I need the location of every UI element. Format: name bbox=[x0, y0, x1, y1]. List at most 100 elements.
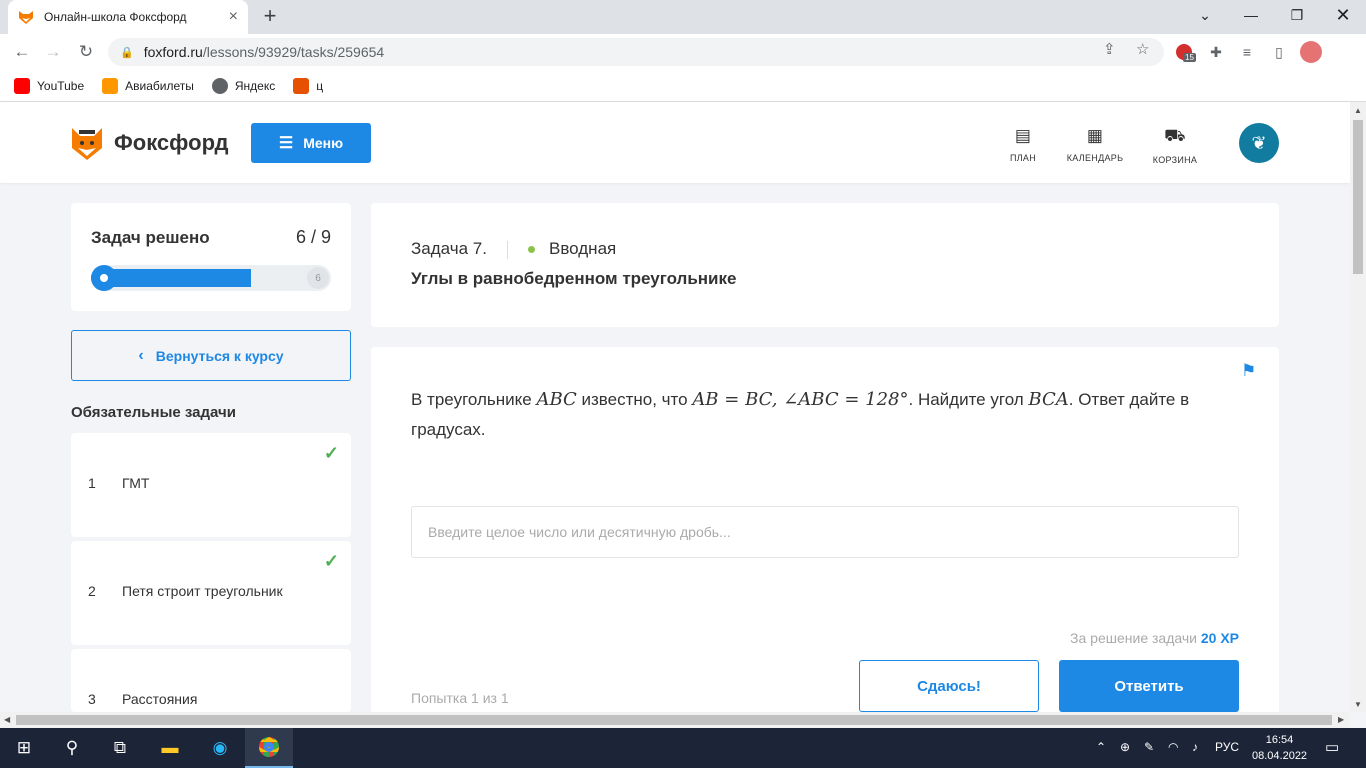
level-dot bbox=[528, 246, 535, 253]
site-header: Фоксфорд ☰ Меню ▤ ПЛАН ▦ КАЛЕНДАРЬ ⛟ КОР… bbox=[0, 102, 1350, 183]
task-body-card: ⚑ В треугольнике ABC известно, что AB = … bbox=[371, 347, 1279, 727]
back-label: Вернуться к курсу bbox=[155, 347, 284, 364]
share-icon[interactable]: ⇪ bbox=[1103, 40, 1116, 58]
windows-start-icon[interactable]: ⊞ bbox=[0, 728, 48, 768]
nav-cart[interactable]: ⛟ КОРЗИНА bbox=[1150, 126, 1200, 165]
scroll-right-icon[interactable]: ▶ bbox=[1338, 715, 1344, 724]
browser-toolbar: ← → ↻ 🔒 foxford.ru/lessons/93929/tasks/2… bbox=[0, 34, 1366, 70]
volume-icon[interactable]: ♪ bbox=[1192, 740, 1198, 754]
close-tab-icon[interactable]: × bbox=[229, 8, 238, 26]
give-up-button[interactable]: Сдаюсь! bbox=[859, 660, 1039, 712]
wifi-icon[interactable]: ◠ bbox=[1168, 740, 1178, 754]
bookmarks-bar: YouTube Авиабилеты Яндекс ц bbox=[0, 70, 1366, 102]
answer-input[interactable] bbox=[411, 506, 1239, 558]
minimize-icon[interactable]: — bbox=[1228, 0, 1274, 30]
task-header-card: Задача 7. Вводная Углы в равнобедренном … bbox=[371, 203, 1279, 327]
cart-icon: ⛟ bbox=[1164, 126, 1186, 145]
new-tab-icon[interactable]: + bbox=[258, 5, 282, 29]
tray-app-icon[interactable]: ⊕ bbox=[1120, 740, 1130, 754]
task-number: 3 bbox=[88, 691, 96, 707]
progress-bar: 6 bbox=[91, 265, 331, 291]
document-icon: ▤ bbox=[1014, 126, 1032, 145]
url-host: foxford.ru bbox=[143, 44, 203, 60]
side-panel-icon[interactable]: ▯ bbox=[1268, 41, 1290, 63]
scroll-up-icon[interactable]: ▲ bbox=[1354, 106, 1362, 115]
url-path: /lessons/93929/tasks/259654 bbox=[202, 44, 385, 60]
edge-browser-icon[interactable]: ◉ bbox=[196, 728, 244, 768]
nav-plan[interactable]: ▤ ПЛАН bbox=[1008, 126, 1038, 163]
vertical-scroll-thumb[interactable] bbox=[1353, 120, 1363, 274]
horizontal-scrollbar[interactable]: ◀ ▶ bbox=[0, 712, 1350, 728]
search-icon[interactable]: ⚲ bbox=[48, 728, 96, 768]
task-number: 1 bbox=[88, 475, 96, 491]
extension-adblock-icon[interactable]: 15 bbox=[1173, 41, 1196, 63]
scroll-left-icon[interactable]: ◀ bbox=[4, 715, 10, 724]
back-arrow-icon[interactable]: ← bbox=[9, 40, 35, 64]
tray-pen-icon[interactable]: ✎ bbox=[1144, 740, 1154, 754]
forward-arrow-icon[interactable]: → bbox=[40, 40, 66, 64]
menu-button[interactable]: ☰ Меню bbox=[251, 123, 371, 163]
report-flag-icon[interactable]: ⚑ bbox=[1241, 361, 1256, 381]
fox-logo-icon bbox=[72, 128, 102, 160]
bookmark-youtube[interactable]: YouTube bbox=[14, 77, 84, 94]
menu-label: Меню bbox=[303, 135, 344, 151]
bookmark-aviabilety[interactable]: Авиабилеты bbox=[102, 77, 194, 94]
close-window-icon[interactable]: ✕ bbox=[1320, 0, 1366, 30]
progress-knob bbox=[91, 265, 117, 291]
user-avatar[interactable]: ❦ bbox=[1239, 123, 1279, 163]
windows-taskbar: ⊞ ⚲ ⧉ ▬ ◉ ⌃ ⊕ ✎ ◠ ♪ РУС 16:54 08.04.2022… bbox=[0, 728, 1366, 768]
problem-statement: В треугольнике ABC известно, что AB = BC… bbox=[411, 389, 1190, 439]
progress-count: 6 / 9 bbox=[295, 227, 331, 247]
chrome-browser-icon[interactable] bbox=[245, 728, 293, 768]
submit-answer-button[interactable]: Ответить bbox=[1059, 660, 1239, 712]
vertical-scrollbar[interactable]: ▲ ▼ bbox=[1350, 102, 1366, 712]
clock-time: 16:54 bbox=[1265, 734, 1294, 746]
task-title: Петя строит треугольник bbox=[122, 583, 283, 599]
chevron-left-icon: ‹ bbox=[138, 346, 144, 364]
lock-icon: 🔒 bbox=[120, 46, 134, 59]
required-tasks-title: Обязательные задачи bbox=[71, 404, 236, 421]
foxford-logo[interactable]: Фоксфорд bbox=[70, 124, 228, 162]
attempt-counter: Попытка 1 из 1 bbox=[411, 690, 509, 706]
progress-end-marker: 6 bbox=[307, 267, 329, 289]
checkmark-icon: ✓ bbox=[323, 443, 339, 463]
system-clock[interactable]: 16:54 08.04.2022 bbox=[1252, 732, 1307, 764]
task-title-heading: Углы в равнобедренном треугольнике bbox=[411, 269, 737, 288]
calendar-icon: ▦ bbox=[1086, 126, 1104, 145]
bookmark-yandex[interactable]: Яндекс bbox=[211, 77, 275, 94]
progress-card: Задач решено 6 / 9 6 bbox=[71, 203, 351, 311]
bookmark-star-icon[interactable]: ☆ bbox=[1136, 40, 1149, 58]
extension-badge: 15 bbox=[1183, 53, 1196, 62]
task-list-item[interactable]: 3 Расстояния bbox=[71, 649, 351, 712]
browser-tab[interactable]: Онлайн-школа Фоксфорд × bbox=[8, 0, 248, 34]
reload-icon[interactable]: ↻ bbox=[73, 40, 99, 64]
task-title: ГМТ bbox=[122, 475, 150, 491]
youtube-icon bbox=[14, 77, 30, 94]
tray-chevron-icon[interactable]: ⌃ bbox=[1096, 740, 1106, 754]
checkmark-icon: ✓ bbox=[323, 551, 339, 571]
file-explorer-icon[interactable]: ▬ bbox=[146, 728, 194, 768]
address-bar[interactable]: 🔒 foxford.ru/lessons/93929/tasks/259654 bbox=[108, 38, 1164, 66]
math-abc: ABC bbox=[536, 389, 577, 410]
language-indicator[interactable]: РУС bbox=[1215, 740, 1239, 754]
reward-xp: 20 XP bbox=[1200, 630, 1239, 646]
separator bbox=[507, 241, 508, 259]
globe-icon bbox=[211, 77, 228, 94]
browser-tab-bar: Онлайн-школа Фоксфорд × + ⌄ — ❐ ✕ bbox=[0, 0, 1366, 34]
progress-label: Задач решено bbox=[91, 228, 210, 247]
bookmark-c[interactable]: ц bbox=[293, 77, 323, 94]
scroll-down-icon[interactable]: ▼ bbox=[1354, 700, 1362, 709]
task-view-icon[interactable]: ⧉ bbox=[96, 728, 144, 768]
media-queue-icon[interactable]: ≡ bbox=[1236, 41, 1258, 63]
nav-calendar[interactable]: ▦ КАЛЕНДАРЬ bbox=[1064, 126, 1126, 163]
horizontal-scroll-thumb[interactable] bbox=[16, 715, 1332, 725]
task-list-item[interactable]: 1 ГМТ ✓ bbox=[71, 433, 351, 537]
notifications-icon[interactable]: ▭ bbox=[1325, 738, 1339, 756]
task-list-item[interactable]: 2 Петя строит треугольник ✓ bbox=[71, 541, 351, 645]
tab-search-chevron-icon[interactable]: ⌄ bbox=[1182, 0, 1228, 30]
back-to-course-button[interactable]: ‹ Вернуться к курсу bbox=[71, 330, 351, 381]
restore-icon[interactable]: ❐ bbox=[1274, 0, 1320, 30]
profile-avatar-icon[interactable] bbox=[1300, 41, 1322, 63]
extensions-puzzle-icon[interactable]: ✚ bbox=[1205, 41, 1227, 63]
logo-text: Фоксфорд bbox=[114, 130, 229, 155]
